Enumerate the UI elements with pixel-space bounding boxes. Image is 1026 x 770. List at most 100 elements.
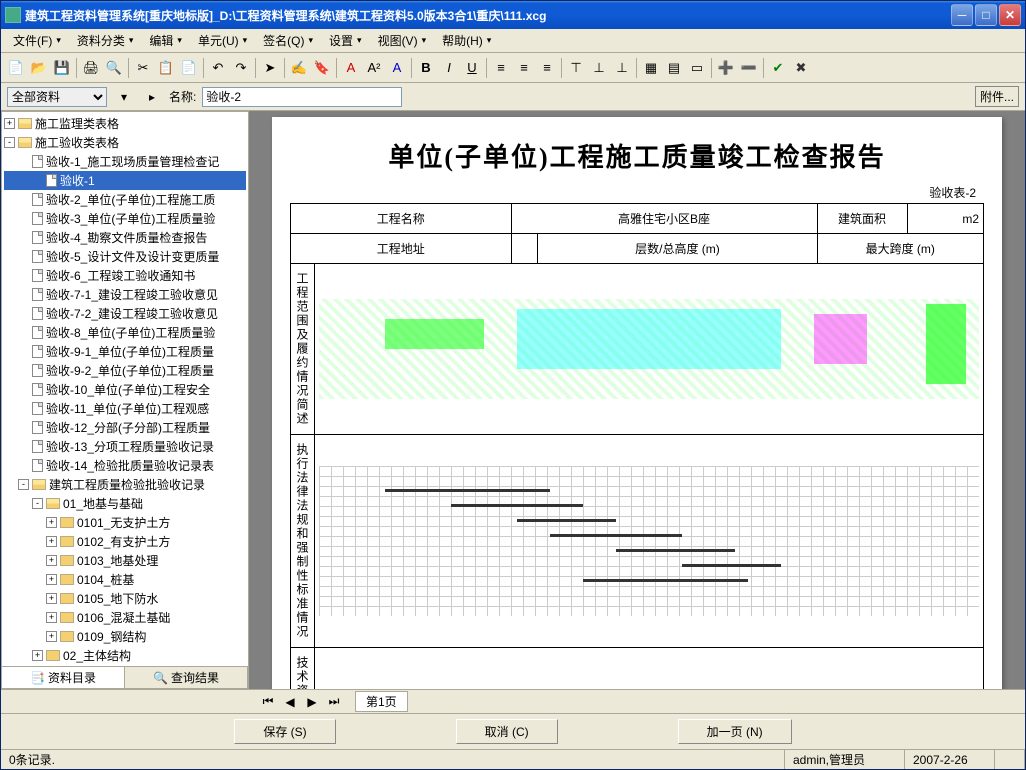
cell-project-name-value[interactable]: 高雅住宅小区B座 xyxy=(511,204,817,234)
redo-icon[interactable]: ↷ xyxy=(230,57,252,79)
nav-prev-icon[interactable]: ◀ xyxy=(281,693,299,711)
undo-icon[interactable]: ↶ xyxy=(207,57,229,79)
tree-node[interactable]: +0104_桩基 xyxy=(4,570,246,589)
open-icon[interactable]: 📂 xyxy=(28,57,50,79)
filter-dropdown-icon[interactable]: ▾ xyxy=(113,86,135,108)
save-button[interactable]: 保存 (S) xyxy=(234,719,335,744)
preview-icon[interactable]: 🔍 xyxy=(103,57,125,79)
menu-1[interactable]: 资料分类 xyxy=(69,30,142,51)
tree-node[interactable]: +0101_无支护土方 xyxy=(4,513,246,532)
tree-node[interactable]: 验收-2_单位(子单位)工程施工质 xyxy=(4,190,246,209)
insert-row-icon[interactable]: ➕ xyxy=(715,57,737,79)
filter-go-icon[interactable]: ▸ xyxy=(141,86,163,108)
tree-node[interactable]: +02_主体结构 xyxy=(4,646,246,665)
valign-mid-icon[interactable]: ⊥ xyxy=(588,57,610,79)
valign-bot-icon[interactable]: ⊥ xyxy=(611,57,633,79)
tree-node[interactable]: 验收-6_工程竣工验收通知书 xyxy=(4,266,246,285)
category-select[interactable]: 全部资料 xyxy=(7,87,107,107)
section1-content[interactable] xyxy=(315,264,984,435)
tree-toggle-icon[interactable]: - xyxy=(4,137,15,148)
tab-catalog[interactable]: 📑 资料目录 xyxy=(2,667,125,688)
tab-search-results[interactable]: 🔍 查询结果 xyxy=(125,667,248,688)
tree-node[interactable]: -建筑工程质量检验批验收记录 xyxy=(4,475,246,494)
tree-toggle-icon[interactable]: + xyxy=(32,650,43,661)
tree-node[interactable]: +施工监理类表格 xyxy=(4,114,246,133)
copy-icon[interactable]: 📋 xyxy=(155,57,177,79)
tree-node[interactable]: 验收-5_设计文件及设计变更质量 xyxy=(4,247,246,266)
tree-toggle-icon[interactable]: + xyxy=(46,555,57,566)
menu-3[interactable]: 单元(U) xyxy=(190,30,255,51)
name-input[interactable] xyxy=(202,87,402,107)
tree-node[interactable]: 验收-10_单位(子单位)工程安全 xyxy=(4,380,246,399)
tree-node[interactable]: 验收-1_施工现场质量管理检查记 xyxy=(4,152,246,171)
delete-row-icon[interactable]: ➖ xyxy=(738,57,760,79)
tree-node[interactable]: 验收-4_勘察文件质量检查报告 xyxy=(4,228,246,247)
tree-node[interactable]: +0105_地下防水 xyxy=(4,589,246,608)
font-color-icon[interactable]: A xyxy=(386,57,408,79)
maximize-button[interactable]: □ xyxy=(975,4,997,26)
valign-top-icon[interactable]: ⊤ xyxy=(565,57,587,79)
tree-node[interactable]: 验收-8_单位(子单位)工程质量验 xyxy=(4,323,246,342)
tree-node[interactable]: +0109_钢结构 xyxy=(4,627,246,646)
tree-node[interactable]: -01_地基与基础 xyxy=(4,494,246,513)
grid-icon[interactable]: ▤ xyxy=(663,57,685,79)
document-viewport[interactable]: 单位(子单位)工程施工质量竣工检查报告 验收表-2 工程名称 高雅住宅小区B座 … xyxy=(249,111,1025,689)
merge-icon[interactable]: ▭ xyxy=(686,57,708,79)
bold-icon[interactable]: B xyxy=(415,57,437,79)
section2-content[interactable] xyxy=(315,435,984,648)
section3-content[interactable] xyxy=(315,648,984,690)
tree-toggle-icon[interactable]: + xyxy=(46,536,57,547)
tree-node[interactable]: 验收-13_分项工程质量验收记录 xyxy=(4,437,246,456)
sign-icon[interactable]: ✍ xyxy=(288,57,310,79)
tree-node[interactable]: 验收-1 xyxy=(4,171,246,190)
nav-first-icon[interactable]: ⏮ xyxy=(259,693,277,711)
save-icon[interactable]: 💾 xyxy=(51,57,73,79)
cell-area-value[interactable]: m2 xyxy=(907,204,984,234)
font-icon[interactable]: A xyxy=(340,57,362,79)
arrow-icon[interactable]: ➤ xyxy=(259,57,281,79)
tree-toggle-icon[interactable]: + xyxy=(46,631,57,642)
tree-toggle-icon[interactable]: - xyxy=(18,479,29,490)
tree-toggle-icon[interactable]: + xyxy=(46,612,57,623)
tree-toggle-icon[interactable]: + xyxy=(46,517,57,528)
tree-toggle-icon[interactable]: + xyxy=(46,574,57,585)
italic-icon[interactable]: I xyxy=(438,57,460,79)
minimize-button[interactable]: ─ xyxy=(951,4,973,26)
tree-toggle-icon[interactable]: - xyxy=(32,498,43,509)
tree-node[interactable]: 验收-3_单位(子单位)工程质量验 xyxy=(4,209,246,228)
cut-icon[interactable]: ✂ xyxy=(132,57,154,79)
tree-node[interactable]: 验收-9-1_单位(子单位)工程质量 xyxy=(4,342,246,361)
cell-address-value[interactable] xyxy=(511,234,538,264)
tree-view[interactable]: +施工监理类表格-施工验收类表格验收-1_施工现场质量管理检查记验收-1验收-2… xyxy=(2,112,248,666)
close-button[interactable]: ✕ xyxy=(999,4,1021,26)
stamp-icon[interactable]: 🔖 xyxy=(311,57,333,79)
menu-7[interactable]: 帮助(H) xyxy=(434,30,499,51)
align-left-icon[interactable]: ≡ xyxy=(490,57,512,79)
cancel-button[interactable]: 取消 (C) xyxy=(456,719,558,744)
add-page-button[interactable]: 加一页 (N) xyxy=(678,719,792,744)
tree-node[interactable]: 验收-11_单位(子单位)工程观感 xyxy=(4,399,246,418)
tree-node[interactable]: 验收-9-2_单位(子单位)工程质量 xyxy=(4,361,246,380)
print-icon[interactable]: 🖨 xyxy=(80,57,102,79)
border-icon[interactable]: ▦ xyxy=(640,57,662,79)
nav-next-icon[interactable]: ▶ xyxy=(303,693,321,711)
tree-node[interactable]: 验收-12_分部(子分部)工程质量 xyxy=(4,418,246,437)
font-size-icon[interactable]: A² xyxy=(363,57,385,79)
tree-node[interactable]: +0103_地基处理 xyxy=(4,551,246,570)
align-right-icon[interactable]: ≡ xyxy=(536,57,558,79)
tree-toggle-icon[interactable]: + xyxy=(46,593,57,604)
tree-node[interactable]: 验收-14_检验批质量验收记录表 xyxy=(4,456,246,475)
tree-toggle-icon[interactable]: + xyxy=(4,118,15,129)
menu-2[interactable]: 编辑 xyxy=(141,30,190,51)
menu-0[interactable]: 文件(F) xyxy=(5,30,69,51)
new-icon[interactable]: 📄 xyxy=(5,57,27,79)
tree-node[interactable]: 验收-7-1_建设工程竣工验收意见 xyxy=(4,285,246,304)
tree-node[interactable]: +0102_有支护土方 xyxy=(4,532,246,551)
cross-icon[interactable]: ✖ xyxy=(790,57,812,79)
menu-5[interactable]: 设置 xyxy=(321,30,370,51)
check-icon[interactable]: ✔ xyxy=(767,57,789,79)
underline-icon[interactable]: U xyxy=(461,57,483,79)
menu-6[interactable]: 视图(V) xyxy=(370,30,435,51)
attachment-button[interactable]: 附件... xyxy=(975,86,1019,107)
tree-node[interactable]: 验收-7-2_建设工程竣工验收意见 xyxy=(4,304,246,323)
